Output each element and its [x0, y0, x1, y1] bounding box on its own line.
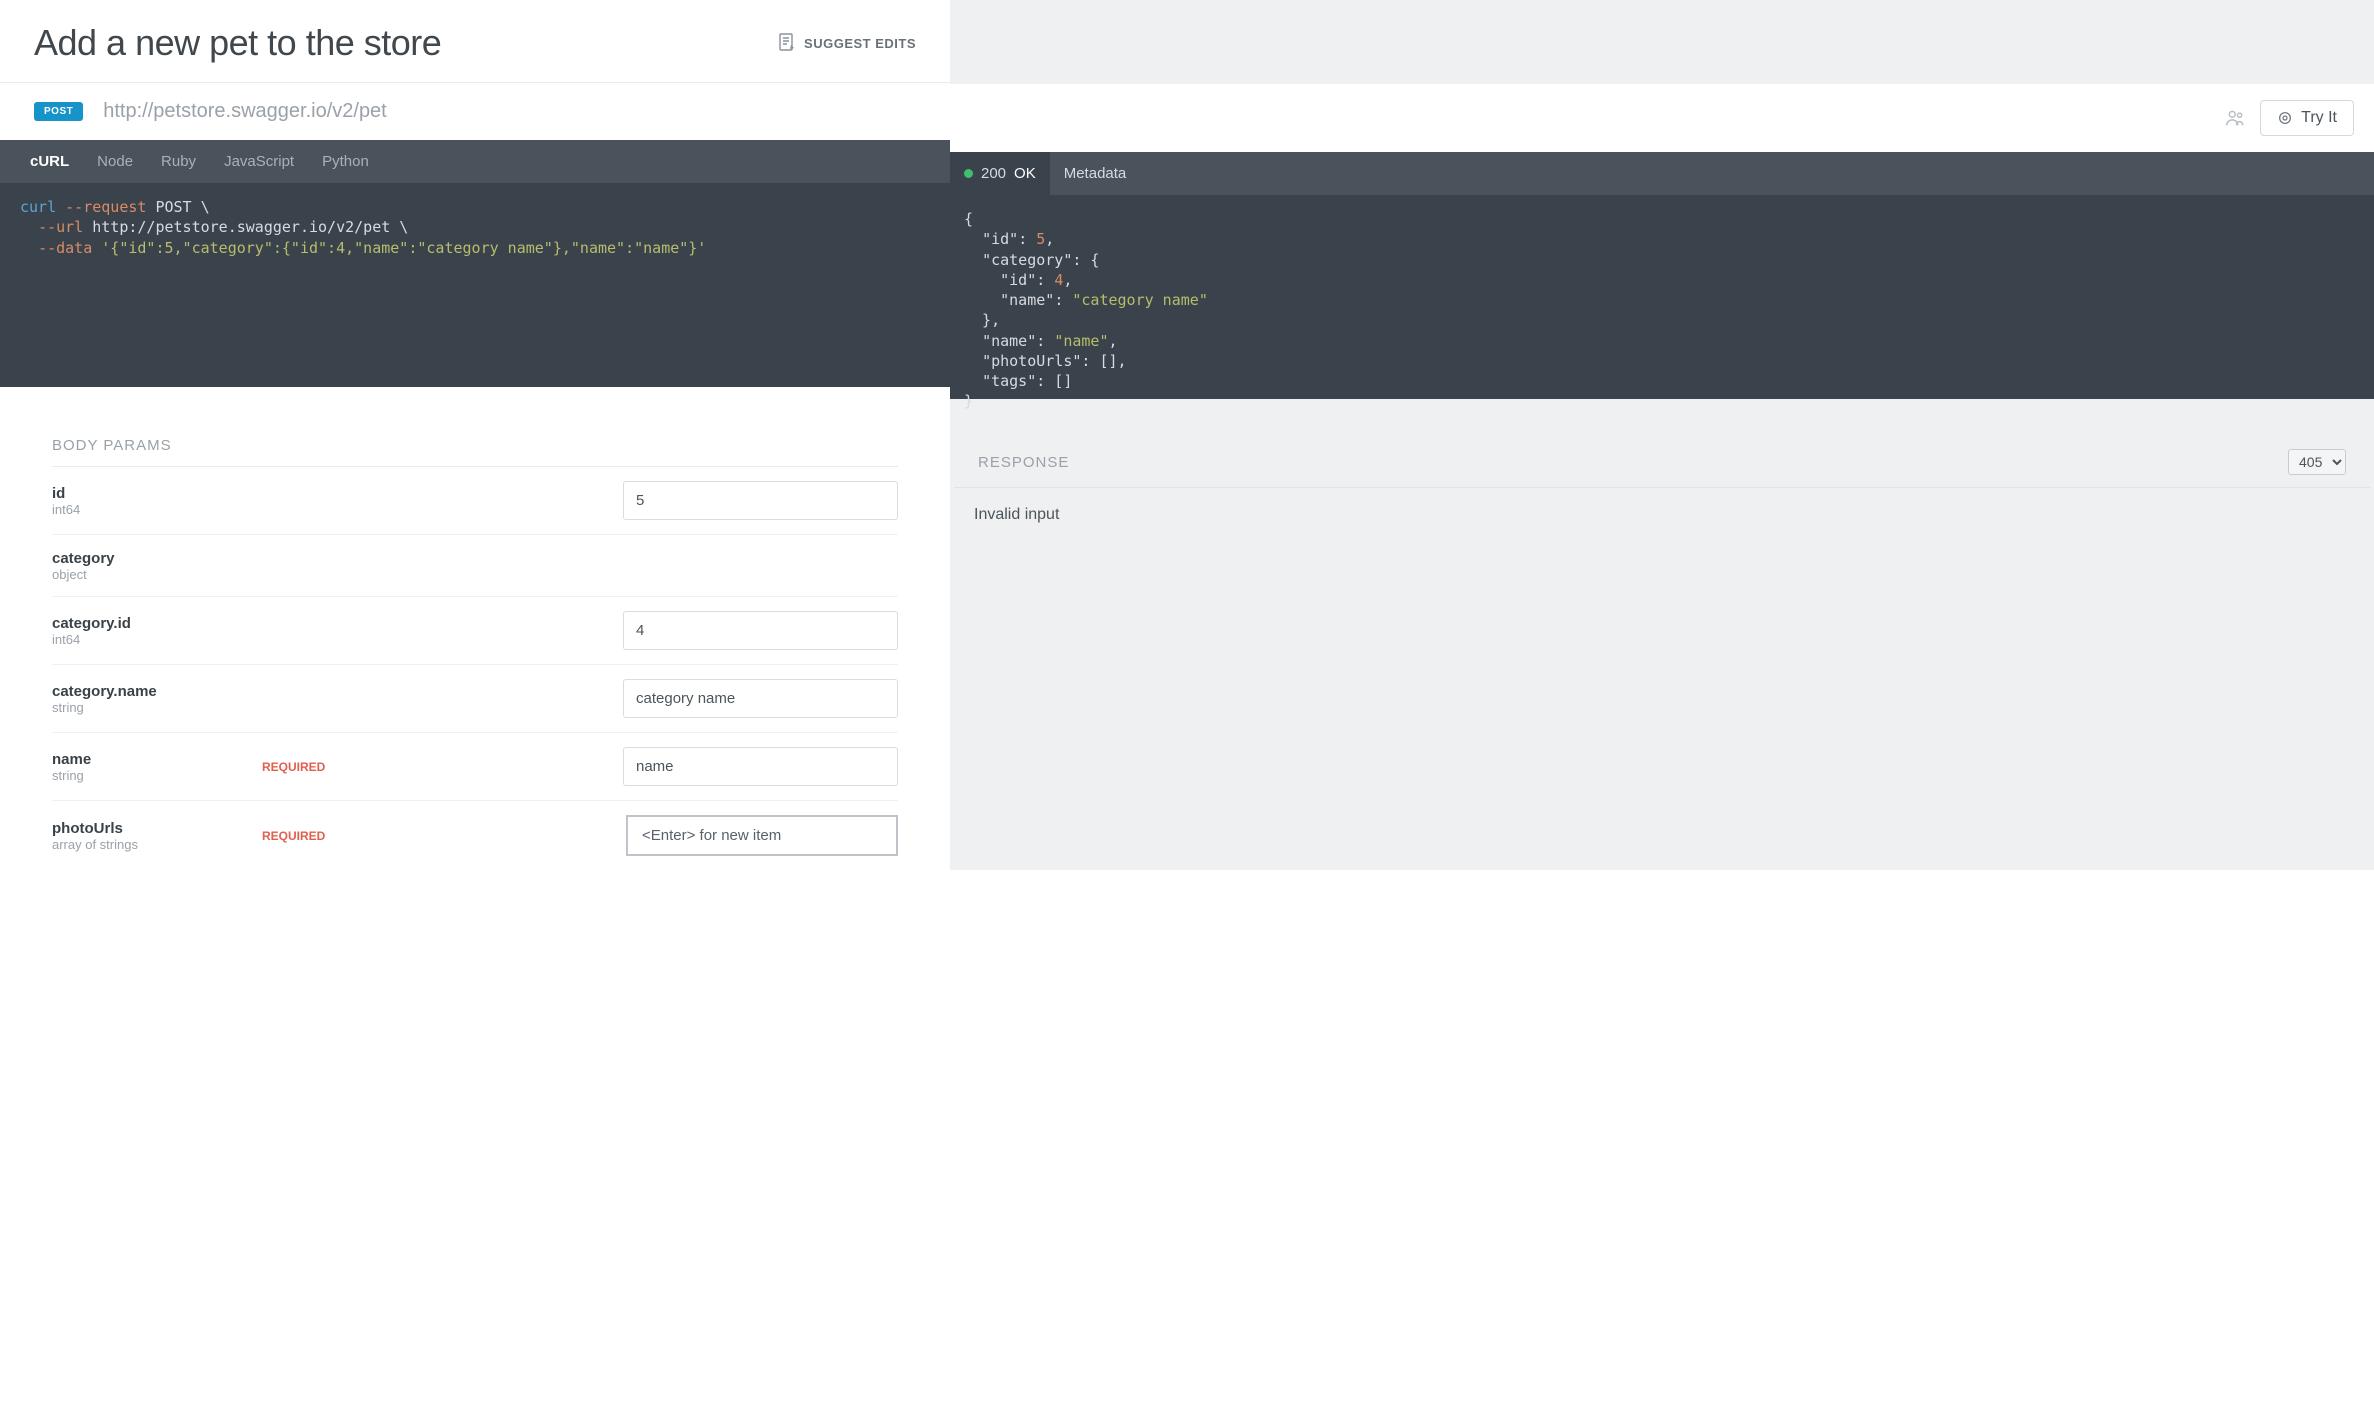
param-name: category.id: [52, 615, 242, 632]
try-it-button[interactable]: Try It: [2260, 100, 2354, 136]
response-tab-200[interactable]: 200 OK: [950, 152, 1050, 195]
param-name: category.name: [52, 683, 242, 700]
code-lang-tabs: cURL Node Ruby JavaScript Python: [0, 140, 950, 183]
tab-ruby[interactable]: Ruby: [147, 143, 210, 180]
param-input-photourls[interactable]: [626, 815, 898, 856]
suggest-edits-label: SUGGEST EDITS: [804, 36, 916, 51]
param-type: int64: [52, 632, 242, 647]
param-input-category-name[interactable]: [623, 679, 898, 718]
user-icon[interactable]: [2224, 107, 2246, 129]
param-row-photourls: photoUrls array of strings REQUIRED: [52, 801, 898, 870]
param-name: category: [52, 550, 242, 567]
code-sample: curl --request POST \ --url http://petst…: [0, 183, 950, 387]
param-input-category-id[interactable]: [623, 611, 898, 650]
response-json: { "id": 5, "category": { "id": 4, "name"…: [950, 195, 2374, 399]
response-code-select[interactable]: 405: [2288, 449, 2346, 475]
endpoint-url: http://petstore.swagger.io/v2/pet: [103, 100, 387, 123]
response-tab-metadata[interactable]: Metadata: [1050, 152, 1141, 195]
status-text: OK: [1014, 165, 1036, 182]
param-type: object: [52, 567, 242, 582]
suggest-edits-link[interactable]: SUGGEST EDITS: [778, 33, 916, 53]
tab-python[interactable]: Python: [308, 143, 383, 180]
edit-icon: [778, 33, 796, 53]
tab-javascript[interactable]: JavaScript: [210, 143, 308, 180]
status-code: 200: [981, 165, 1006, 182]
page-title: Add a new pet to the store: [34, 22, 441, 64]
param-type: int64: [52, 502, 242, 517]
status-dot-icon: [964, 169, 973, 178]
param-required: REQUIRED: [262, 760, 382, 774]
param-input-name[interactable]: [623, 747, 898, 786]
http-method-badge: POST: [34, 102, 83, 121]
param-type: string: [52, 768, 242, 783]
param-name: photoUrls: [52, 820, 242, 837]
param-row-category-id: category.id int64: [52, 597, 898, 665]
param-row-name: name string REQUIRED: [52, 733, 898, 801]
param-row-id: id int64: [52, 467, 898, 535]
param-input-id[interactable]: [623, 481, 898, 520]
tab-curl[interactable]: cURL: [16, 143, 83, 180]
tab-node[interactable]: Node: [83, 143, 147, 180]
body-params-heading: BODY PARAMS: [52, 437, 172, 454]
param-row-category: category object: [52, 535, 898, 597]
param-type: string: [52, 700, 242, 715]
param-name: id: [52, 485, 242, 502]
param-row-category-name: category.name string: [52, 665, 898, 733]
param-name: name: [52, 751, 242, 768]
target-icon: [2277, 110, 2293, 126]
param-required: REQUIRED: [262, 829, 382, 843]
try-it-label: Try It: [2301, 109, 2337, 127]
param-type: array of strings: [52, 837, 242, 852]
response-heading: RESPONSE: [978, 454, 1069, 471]
response-message: Invalid input: [950, 488, 2374, 542]
body-params-table: id int64 category object category.id: [52, 466, 898, 870]
